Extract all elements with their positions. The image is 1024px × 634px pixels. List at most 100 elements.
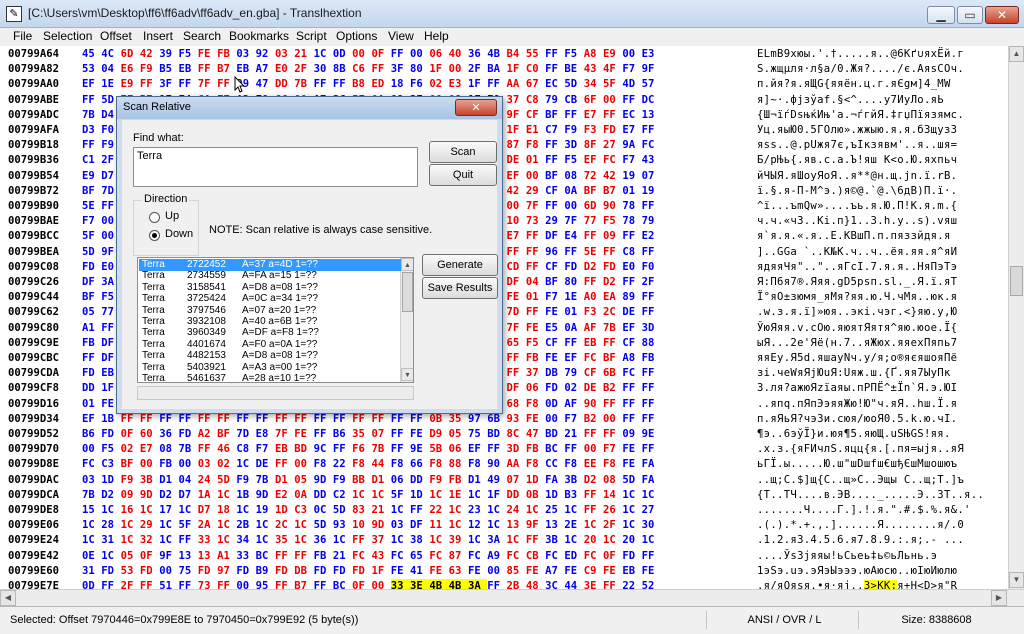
- hex-byte[interactable]: 1C: [449, 503, 468, 518]
- hex-byte[interactable]: E0: [622, 260, 641, 275]
- hex-byte[interactable]: E6: [121, 62, 140, 77]
- hex-byte[interactable]: 1C: [256, 518, 275, 533]
- hex-byte[interactable]: 1C: [487, 518, 506, 533]
- hex-byte[interactable]: 42: [140, 47, 159, 62]
- hex-byte[interactable]: DE: [584, 381, 603, 396]
- hex-byte[interactable]: FF: [564, 442, 583, 457]
- hex-byte[interactable]: 7B: [294, 77, 313, 92]
- hex-byte[interactable]: FD: [603, 123, 622, 138]
- hex-byte[interactable]: FF: [82, 351, 101, 366]
- hex-byte[interactable]: F9: [236, 473, 255, 488]
- results-scroll-up-icon[interactable]: ▲: [401, 258, 413, 271]
- hex-byte[interactable]: F9: [429, 473, 448, 488]
- hex-row[interactable]: 00799E7E 0D FF 2F FF 51 FF 73 FF 00 95 FF B7 FF BC 0F 00…: [0, 579, 1008, 589]
- hex-byte[interactable]: 0B: [526, 488, 545, 503]
- hex-byte[interactable]: B4: [507, 47, 526, 62]
- hex-byte[interactable]: 03: [198, 457, 217, 472]
- hex-byte[interactable]: FF: [545, 153, 564, 168]
- hex-byte[interactable]: EF: [507, 169, 526, 184]
- hex-byte[interactable]: 53: [82, 62, 101, 77]
- row-text[interactable]: п.йя?я.яЩG{яяён.ц.г.яЄgм]4_MW: [757, 77, 951, 92]
- hex-byte[interactable]: 80: [410, 62, 429, 77]
- hex-byte[interactable]: 6B: [487, 412, 506, 427]
- hex-byte[interactable]: 1C: [468, 488, 487, 503]
- hex-byte[interactable]: FF: [159, 412, 178, 427]
- hex-byte[interactable]: 08: [159, 442, 178, 457]
- hex-byte[interactable]: FB: [526, 351, 545, 366]
- hex-byte[interactable]: 90: [584, 397, 603, 412]
- hex-byte[interactable]: DD: [314, 488, 333, 503]
- hex-byte[interactable]: D3: [82, 123, 101, 138]
- hex-byte[interactable]: BF: [584, 184, 603, 199]
- hex-byte[interactable]: 33: [390, 579, 411, 589]
- hex-byte[interactable]: D2: [603, 275, 622, 290]
- hex-byte[interactable]: 04: [178, 473, 197, 488]
- hex-byte[interactable]: EB: [275, 442, 294, 457]
- hex-byte[interactable]: 09: [121, 488, 140, 503]
- row-text[interactable]: ..щ;С.$]щ{С..щ»С..Эщы С..щ;Т.]ъ: [757, 473, 964, 488]
- hex-byte[interactable]: FF: [545, 62, 564, 77]
- hex-byte[interactable]: FF: [333, 442, 352, 457]
- result-row[interactable]: Terra 3725424 A=0C a=34 1=??: [139, 293, 401, 305]
- hex-byte[interactable]: FF: [642, 549, 661, 564]
- hex-byte[interactable]: FF: [622, 275, 641, 290]
- hex-byte[interactable]: CF: [584, 366, 603, 381]
- hex-byte[interactable]: 3D: [564, 138, 583, 153]
- hex-byte[interactable]: 00: [545, 412, 564, 427]
- hex-byte[interactable]: FF: [198, 62, 217, 77]
- hex-byte[interactable]: FF: [622, 93, 641, 108]
- hex-byte[interactable]: F5: [178, 47, 197, 62]
- hex-byte[interactable]: 33: [198, 533, 217, 548]
- hex-byte[interactable]: 1C: [333, 533, 352, 548]
- hex-byte[interactable]: FA: [642, 473, 661, 488]
- hex-byte[interactable]: D7: [198, 503, 217, 518]
- row-text[interactable]: ч.ч.«чЗ..Кі.п}1..3.h.y..s).vяш: [757, 214, 957, 229]
- hex-byte[interactable]: 24: [198, 473, 217, 488]
- menu-help[interactable]: Help: [424, 29, 449, 43]
- row-bytes[interactable]: 1C 28 1C 29 1C 5F 2A 1C 2B 1C 2C 1C 5D 93 10 9D 03 DF 11 1C…: [82, 518, 661, 533]
- scroll-left-icon[interactable]: ◀: [0, 590, 16, 606]
- hex-byte[interactable]: FF: [314, 412, 333, 427]
- hex-byte[interactable]: 43: [642, 153, 661, 168]
- hex-byte[interactable]: 00: [371, 579, 390, 589]
- row-text[interactable]: ядяяЧя".."..яГсI.7.я.я..НяПэТэ: [757, 260, 957, 275]
- hex-byte[interactable]: A2: [198, 427, 217, 442]
- hex-byte[interactable]: 0A: [294, 488, 313, 503]
- row-text[interactable]: ..япq.пЯпЭэяяЖю!Ю"ч.яЯ..hш.Ї.я: [757, 397, 957, 412]
- hex-byte[interactable]: 9D: [256, 488, 275, 503]
- hex-byte[interactable]: 0A: [564, 184, 583, 199]
- hex-byte[interactable]: 1C: [429, 533, 448, 548]
- hex-byte[interactable]: FF: [526, 245, 545, 260]
- hex-byte[interactable]: 53: [121, 564, 140, 579]
- hex-byte[interactable]: 08: [603, 473, 622, 488]
- hex-byte[interactable]: BC: [333, 579, 352, 589]
- hex-byte[interactable]: 8B: [333, 62, 352, 77]
- hex-byte[interactable]: 29: [545, 214, 564, 229]
- hex-byte[interactable]: 29: [140, 518, 159, 533]
- hex-byte[interactable]: CF: [545, 260, 564, 275]
- hex-byte[interactable]: FF: [622, 229, 641, 244]
- hex-byte[interactable]: 01: [622, 184, 641, 199]
- vertical-scrollbar[interactable]: ▲ ▼: [1008, 46, 1024, 589]
- hex-byte[interactable]: 36: [468, 47, 487, 62]
- hex-byte[interactable]: FF: [217, 412, 236, 427]
- hex-byte[interactable]: FF: [642, 123, 661, 138]
- hex-byte[interactable]: 6B: [603, 366, 622, 381]
- hex-byte[interactable]: D9: [429, 427, 448, 442]
- generate-table-button[interactable]: Generate Table: [422, 254, 498, 291]
- hex-byte[interactable]: 28: [101, 518, 120, 533]
- hex-byte[interactable]: F9: [564, 123, 583, 138]
- hex-byte[interactable]: 02: [429, 77, 448, 92]
- hex-byte[interactable]: FF: [526, 229, 545, 244]
- hex-byte[interactable]: 06: [449, 442, 468, 457]
- hex-byte[interactable]: 03: [236, 47, 255, 62]
- hex-byte[interactable]: 0C: [314, 503, 333, 518]
- hex-byte[interactable]: 3B: [545, 533, 564, 548]
- scroll-right-icon[interactable]: ▶: [991, 590, 1007, 606]
- row-text[interactable]: я]~·.фjзўаf.§<^....y7ИyЛo.яЬ: [757, 93, 944, 108]
- hex-byte[interactable]: 00: [487, 564, 506, 579]
- hex-byte[interactable]: F8: [391, 457, 410, 472]
- row-text[interactable]: .......Ч....Г.].!.я.".#.$.%.я&.': [757, 503, 971, 518]
- hex-byte[interactable]: F9: [333, 473, 352, 488]
- hex-byte[interactable]: 00: [82, 442, 101, 457]
